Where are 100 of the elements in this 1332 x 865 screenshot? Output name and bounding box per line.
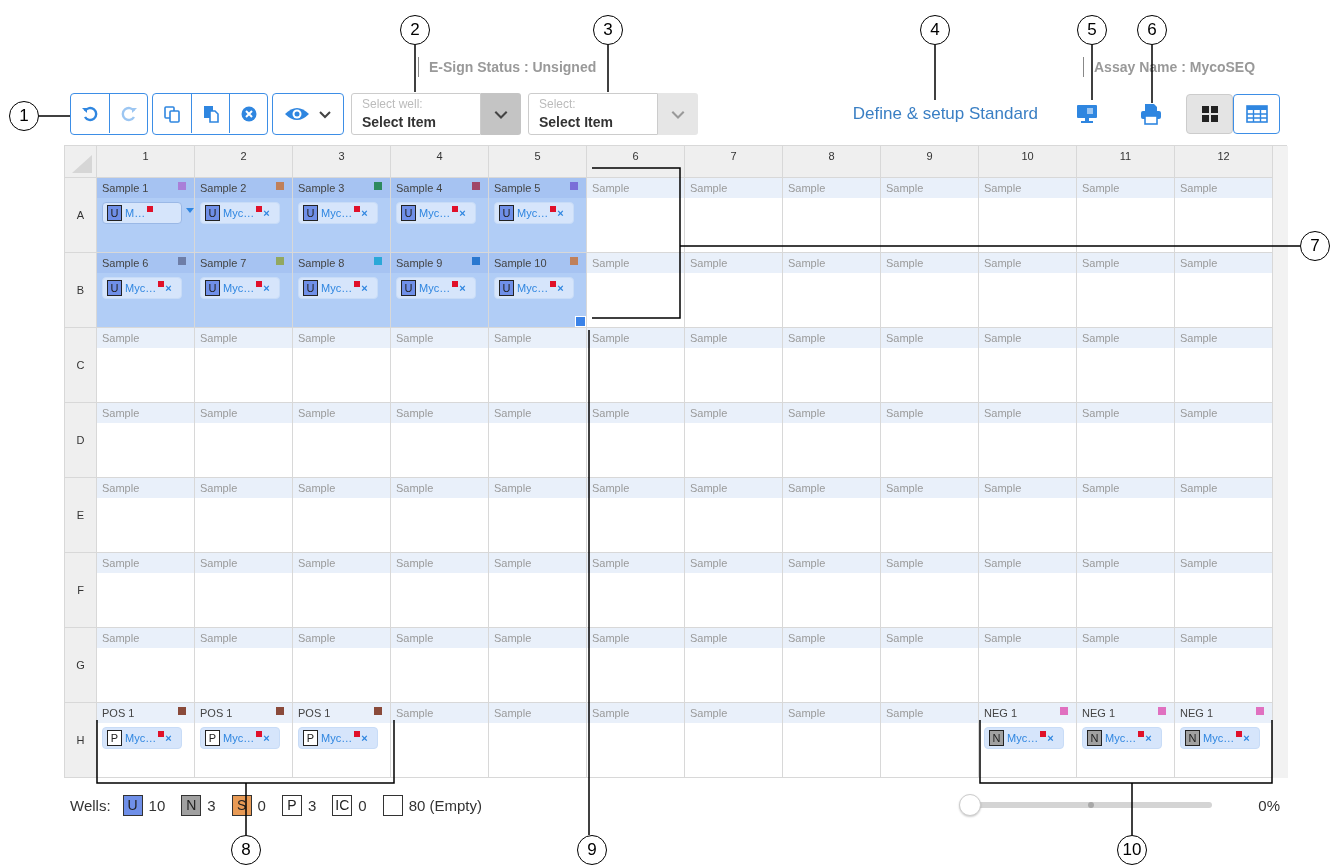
plate-well[interactable]: Sample xyxy=(489,328,587,403)
target-chip[interactable]: U Myc… × xyxy=(298,277,378,299)
plate-well[interactable]: Sample xyxy=(881,628,979,703)
plate-well[interactable]: Sample xyxy=(587,553,685,628)
remove-button[interactable]: × xyxy=(1243,732,1250,744)
plate-well[interactable]: Sample xyxy=(97,628,195,703)
print-button[interactable] xyxy=(1140,103,1162,125)
plate-well[interactable]: Sample xyxy=(783,553,881,628)
plate-well[interactable]: Sample xyxy=(1175,328,1273,403)
monitor-button[interactable] xyxy=(1076,104,1098,124)
plate-well[interactable]: Sample xyxy=(685,403,783,478)
remove-button[interactable]: × xyxy=(557,207,564,219)
plate-well[interactable]: Sample xyxy=(685,478,783,553)
target-chip[interactable]: N Myc… × xyxy=(1180,727,1260,749)
plate-well[interactable]: Sample xyxy=(1077,178,1175,253)
plate-well[interactable]: Sample xyxy=(195,478,293,553)
plate-well[interactable]: Sample xyxy=(1077,478,1175,553)
well-select[interactable]: Select well: Select Item xyxy=(351,93,481,135)
plate-well[interactable]: Sample xyxy=(391,403,489,478)
target-chip[interactable]: U Myc… × xyxy=(494,277,574,299)
plate-well[interactable]: Sample xyxy=(1175,253,1273,328)
plate-well[interactable]: Sample xyxy=(587,178,685,253)
plate-well[interactable]: Sample xyxy=(1175,478,1273,553)
plate-well[interactable]: Sample 8 U Myc… × xyxy=(293,253,391,328)
plate-well[interactable]: Sample xyxy=(391,628,489,703)
plate-well[interactable]: Sample 4 U Myc… × xyxy=(391,178,489,253)
plate-well[interactable]: Sample xyxy=(881,703,979,778)
plate-well[interactable]: Sample xyxy=(685,253,783,328)
plate-well[interactable]: Sample xyxy=(97,478,195,553)
plate-well[interactable]: Sample xyxy=(195,553,293,628)
tile-view-button[interactable] xyxy=(1186,94,1233,134)
plate-well[interactable]: Sample xyxy=(1175,628,1273,703)
plate-well[interactable]: Sample 1 U M… xyxy=(97,178,195,253)
remove-button[interactable]: × xyxy=(165,732,172,744)
plate-well[interactable]: Sample xyxy=(783,703,881,778)
target-chip[interactable]: P Myc… × xyxy=(200,727,280,749)
plate-well[interactable]: POS 1 P Myc… × xyxy=(293,703,391,778)
target-chip[interactable]: N Myc… × xyxy=(1082,727,1162,749)
plate-well[interactable]: Sample xyxy=(979,553,1077,628)
plate-well[interactable]: Sample xyxy=(685,178,783,253)
remove-button[interactable]: × xyxy=(1145,732,1152,744)
target-chip[interactable]: U Myc… × xyxy=(200,277,280,299)
remove-button[interactable]: × xyxy=(459,207,466,219)
plate-well[interactable]: Sample xyxy=(293,328,391,403)
plate-well[interactable]: Sample xyxy=(685,703,783,778)
plate-well[interactable]: Sample xyxy=(195,328,293,403)
plate-well[interactable]: Sample 10 U Myc… × xyxy=(489,253,587,328)
plate-well[interactable]: Sample xyxy=(685,553,783,628)
fill-handle[interactable] xyxy=(575,316,586,327)
plate-well[interactable]: Sample xyxy=(1175,403,1273,478)
plate-well[interactable]: Sample xyxy=(489,403,587,478)
plate-well[interactable]: Sample xyxy=(783,403,881,478)
plate-well[interactable]: POS 1 P Myc… × xyxy=(97,703,195,778)
plate-well[interactable]: NEG 1 N Myc… × xyxy=(1077,703,1175,778)
plate-well[interactable]: Sample xyxy=(293,628,391,703)
view-dropdown-button[interactable] xyxy=(272,93,344,135)
plate-well[interactable]: Sample xyxy=(685,328,783,403)
target-chip[interactable]: P Myc… × xyxy=(298,727,378,749)
target-chip[interactable]: U Myc… × xyxy=(298,202,378,224)
plate-well[interactable]: Sample xyxy=(97,403,195,478)
plate-well[interactable]: NEG 1 N Myc… × xyxy=(1175,703,1273,778)
plate-well[interactable]: Sample 3 U Myc… × xyxy=(293,178,391,253)
plate-well[interactable]: Sample xyxy=(587,478,685,553)
plate-well[interactable]: Sample xyxy=(979,478,1077,553)
plate-well[interactable]: Sample xyxy=(97,328,195,403)
dropdown-button[interactable] xyxy=(481,93,521,135)
plate-well[interactable]: Sample xyxy=(1077,403,1175,478)
plate-well[interactable]: Sample 7 U Myc… × xyxy=(195,253,293,328)
plate-well[interactable]: Sample xyxy=(391,478,489,553)
remove-button[interactable]: × xyxy=(557,282,564,294)
plate-well[interactable]: Sample xyxy=(391,703,489,778)
remove-button[interactable]: × xyxy=(361,732,368,744)
target-chip[interactable]: U Myc… × xyxy=(396,277,476,299)
target-chip[interactable]: U M… xyxy=(102,202,182,224)
plate-well[interactable]: Sample xyxy=(979,328,1077,403)
plate-well[interactable]: POS 1 P Myc… × xyxy=(195,703,293,778)
plate-well[interactable]: Sample xyxy=(587,628,685,703)
target-chip[interactable]: U Myc… × xyxy=(494,202,574,224)
target-chip[interactable]: P Myc… × xyxy=(102,727,182,749)
plate-well[interactable]: Sample xyxy=(195,628,293,703)
plate-well[interactable]: Sample 9 U Myc… × xyxy=(391,253,489,328)
plate-well[interactable]: Sample xyxy=(587,253,685,328)
plate-well[interactable]: NEG 1 N Myc… × xyxy=(979,703,1077,778)
plate-well[interactable]: Sample xyxy=(391,328,489,403)
target-chip[interactable]: U Myc… × xyxy=(102,277,182,299)
remove-button[interactable]: × xyxy=(263,207,270,219)
plate-well[interactable]: Sample xyxy=(979,178,1077,253)
plate-well[interactable]: Sample xyxy=(195,403,293,478)
plate-well[interactable]: Sample xyxy=(489,628,587,703)
table-view-button[interactable] xyxy=(1233,94,1280,134)
plate-well[interactable]: Sample xyxy=(881,178,979,253)
plate-well[interactable]: Sample xyxy=(979,628,1077,703)
caret-icon[interactable] xyxy=(186,207,194,213)
plate-well[interactable]: Sample xyxy=(881,478,979,553)
plate-well[interactable]: Sample xyxy=(587,328,685,403)
plate-well[interactable]: Sample xyxy=(1175,178,1273,253)
plate-well[interactable]: Sample xyxy=(1175,553,1273,628)
plate-well[interactable]: Sample xyxy=(489,703,587,778)
plate-well[interactable]: Sample xyxy=(783,478,881,553)
slider-thumb[interactable] xyxy=(959,794,982,816)
